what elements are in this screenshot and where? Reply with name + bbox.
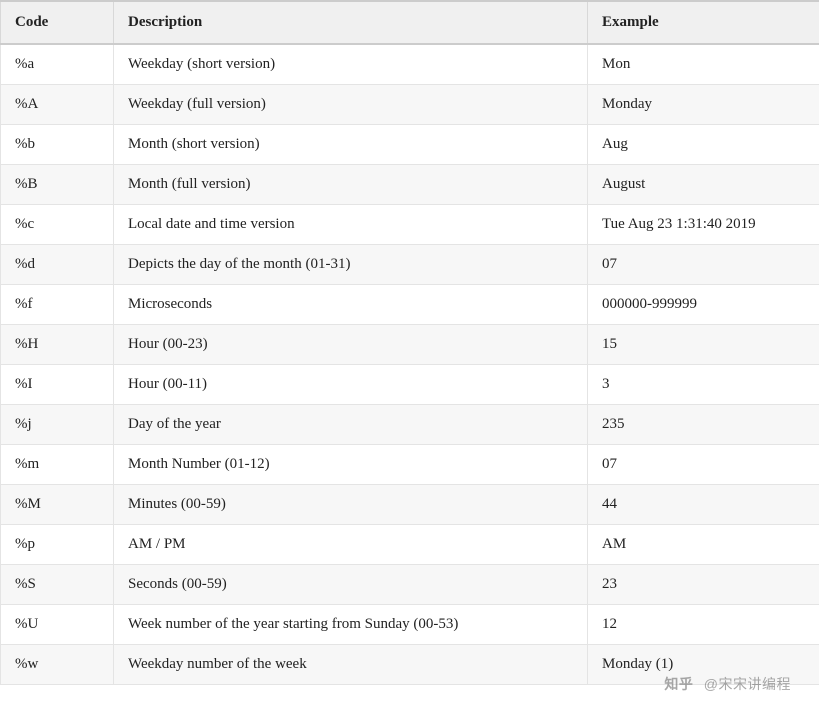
cell-description: AM / PM (114, 525, 588, 565)
cell-code: %S (1, 565, 114, 605)
cell-code: %M (1, 485, 114, 525)
cell-example: August (588, 165, 819, 205)
cell-code: %j (1, 405, 114, 445)
cell-example: 07 (588, 245, 819, 285)
table-header: Code Description Example (1, 1, 819, 44)
cell-code: %c (1, 205, 114, 245)
table-row: %cLocal date and time versionTue Aug 23 … (1, 205, 819, 245)
cell-example: 235 (588, 405, 819, 445)
cell-description: Month (short version) (114, 125, 588, 165)
cell-code: %b (1, 125, 114, 165)
header-example: Example (588, 1, 819, 44)
table-row: %IHour (00-11)3 (1, 365, 819, 405)
table-row: %fMicroseconds000000-999999 (1, 285, 819, 325)
cell-code: %B (1, 165, 114, 205)
cell-description: Local date and time version (114, 205, 588, 245)
cell-description: Microseconds (114, 285, 588, 325)
cell-example: 44 (588, 485, 819, 525)
cell-code: %I (1, 365, 114, 405)
cell-code: %A (1, 85, 114, 125)
cell-example: Monday (588, 85, 819, 125)
cell-description: Hour (00-23) (114, 325, 588, 365)
cell-description: Month Number (01-12) (114, 445, 588, 485)
cell-description: Week number of the year starting from Su… (114, 605, 588, 645)
table-body: %aWeekday (short version)Mon%AWeekday (f… (1, 44, 819, 685)
cell-description: Seconds (00-59) (114, 565, 588, 605)
table-row: %HHour (00-23)15 (1, 325, 819, 365)
table-row: %SSeconds (00-59)23 (1, 565, 819, 605)
table-row: %mMonth Number (01-12)07 (1, 445, 819, 485)
table-row: %dDepicts the day of the month (01-31)07 (1, 245, 819, 285)
cell-description: Day of the year (114, 405, 588, 445)
table-row: %bMonth (short version)Aug (1, 125, 819, 165)
cell-example: Aug (588, 125, 819, 165)
cell-example: Tue Aug 23 1:31:40 2019 (588, 205, 819, 245)
table-row: %jDay of the year235 (1, 405, 819, 445)
cell-description: Minutes (00-59) (114, 485, 588, 525)
cell-example: 15 (588, 325, 819, 365)
cell-code: %f (1, 285, 114, 325)
cell-description: Weekday number of the week (114, 645, 588, 685)
table-row: %AWeekday (full version)Monday (1, 85, 819, 125)
table-row: %BMonth (full version)August (1, 165, 819, 205)
table-row: %wWeekday number of the weekMonday (1) (1, 645, 819, 685)
cell-code: %m (1, 445, 114, 485)
cell-code: %d (1, 245, 114, 285)
cell-description: Weekday (short version) (114, 44, 588, 85)
cell-description: Month (full version) (114, 165, 588, 205)
cell-code: %H (1, 325, 114, 365)
format-codes-table: Code Description Example %aWeekday (shor… (0, 0, 819, 685)
cell-example: Monday (1) (588, 645, 819, 685)
header-code: Code (1, 1, 114, 44)
cell-code: %a (1, 44, 114, 85)
cell-example: AM (588, 525, 819, 565)
cell-description: Hour (00-11) (114, 365, 588, 405)
table-row: %aWeekday (short version)Mon (1, 44, 819, 85)
table-row: %UWeek number of the year starting from … (1, 605, 819, 645)
cell-code: %U (1, 605, 114, 645)
cell-example: 12 (588, 605, 819, 645)
header-description: Description (114, 1, 588, 44)
cell-example: 23 (588, 565, 819, 605)
table-row: %pAM / PMAM (1, 525, 819, 565)
table-row: %MMinutes (00-59)44 (1, 485, 819, 525)
cell-description: Weekday (full version) (114, 85, 588, 125)
cell-example: 3 (588, 365, 819, 405)
cell-example: Mon (588, 44, 819, 85)
cell-description: Depicts the day of the month (01-31) (114, 245, 588, 285)
cell-code: %p (1, 525, 114, 565)
cell-example: 000000-999999 (588, 285, 819, 325)
cell-code: %w (1, 645, 114, 685)
cell-example: 07 (588, 445, 819, 485)
